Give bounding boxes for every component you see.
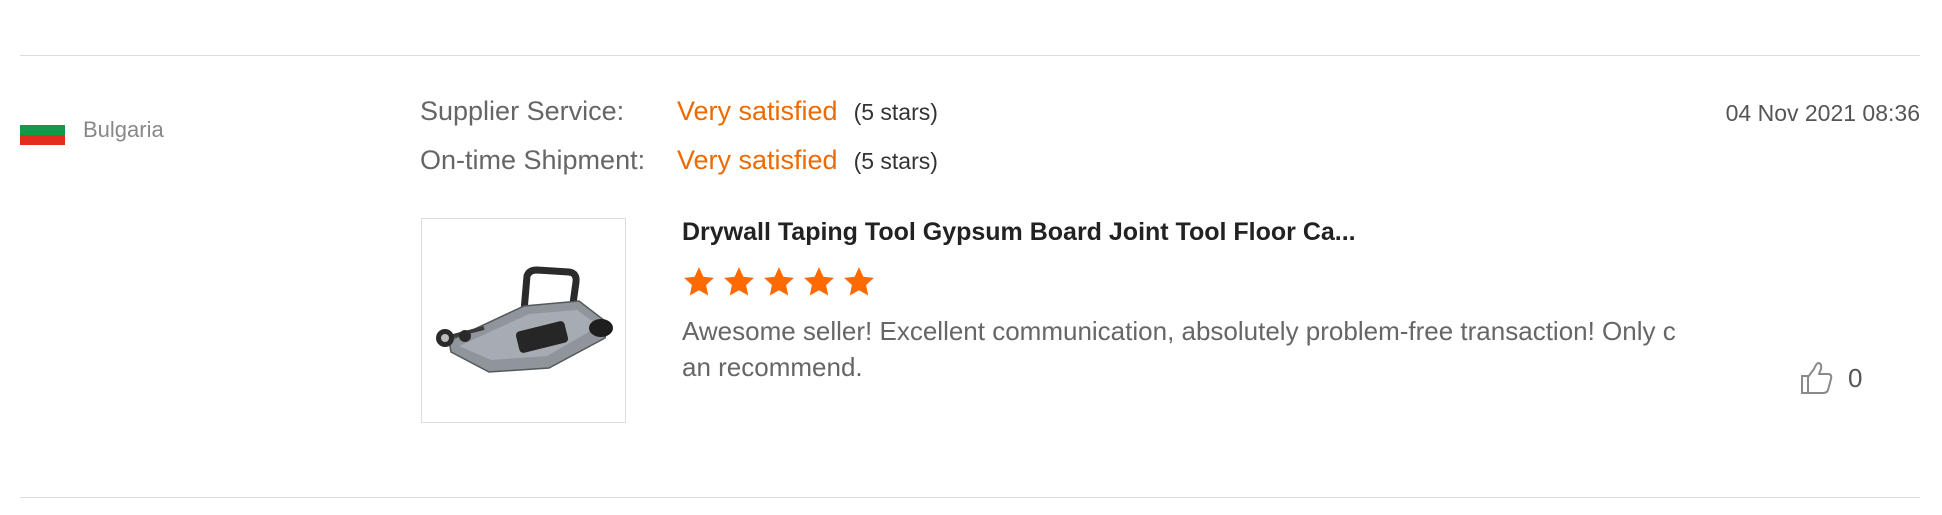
rating-value: Very satisfied (677, 145, 838, 175)
buyer-info: Bulgaria (20, 115, 164, 145)
star-icon (844, 267, 874, 296)
drywall-taping-tool-image (435, 266, 613, 373)
divider-bottom (20, 497, 1920, 498)
like-button[interactable]: 0 (1798, 360, 1862, 396)
star-icon (764, 267, 794, 296)
buyer-country: Bulgaria (83, 117, 164, 142)
review-comment: Awesome seller! Excellent communication,… (682, 316, 1676, 382)
review-content: Drywall Taping Tool Gypsum Board Joint T… (682, 218, 1682, 385)
review-date: 04 Nov 2021 08:36 (1725, 100, 1920, 126)
rating-row-supplier-service: Supplier Service: Very satisfied (5 star… (420, 96, 938, 145)
like-count: 0 (1848, 362, 1863, 393)
rating-label: On-time Shipment: (420, 145, 646, 175)
rating-value: Very satisfied (677, 96, 838, 126)
product-thumbnail[interactable] (421, 218, 626, 423)
review-star-rating (682, 265, 1682, 299)
divider-top (20, 55, 1920, 56)
bulgaria-flag-icon (20, 115, 65, 145)
supplier-ratings: Supplier Service: Very satisfied (5 star… (420, 96, 938, 194)
rating-label: Supplier Service: (420, 96, 625, 126)
thumbs-up-icon (1801, 362, 1833, 394)
rating-row-ontime-shipment: On-time Shipment: Very satisfied (5 star… (420, 145, 938, 194)
star-icon (804, 267, 834, 296)
star-icon (684, 267, 714, 296)
product-title[interactable]: Drywall Taping Tool Gypsum Board Joint T… (682, 218, 1682, 247)
star-icon (724, 267, 754, 296)
rating-stars-text: (5 stars) (853, 99, 938, 125)
rating-stars-text: (5 stars) (853, 148, 938, 174)
